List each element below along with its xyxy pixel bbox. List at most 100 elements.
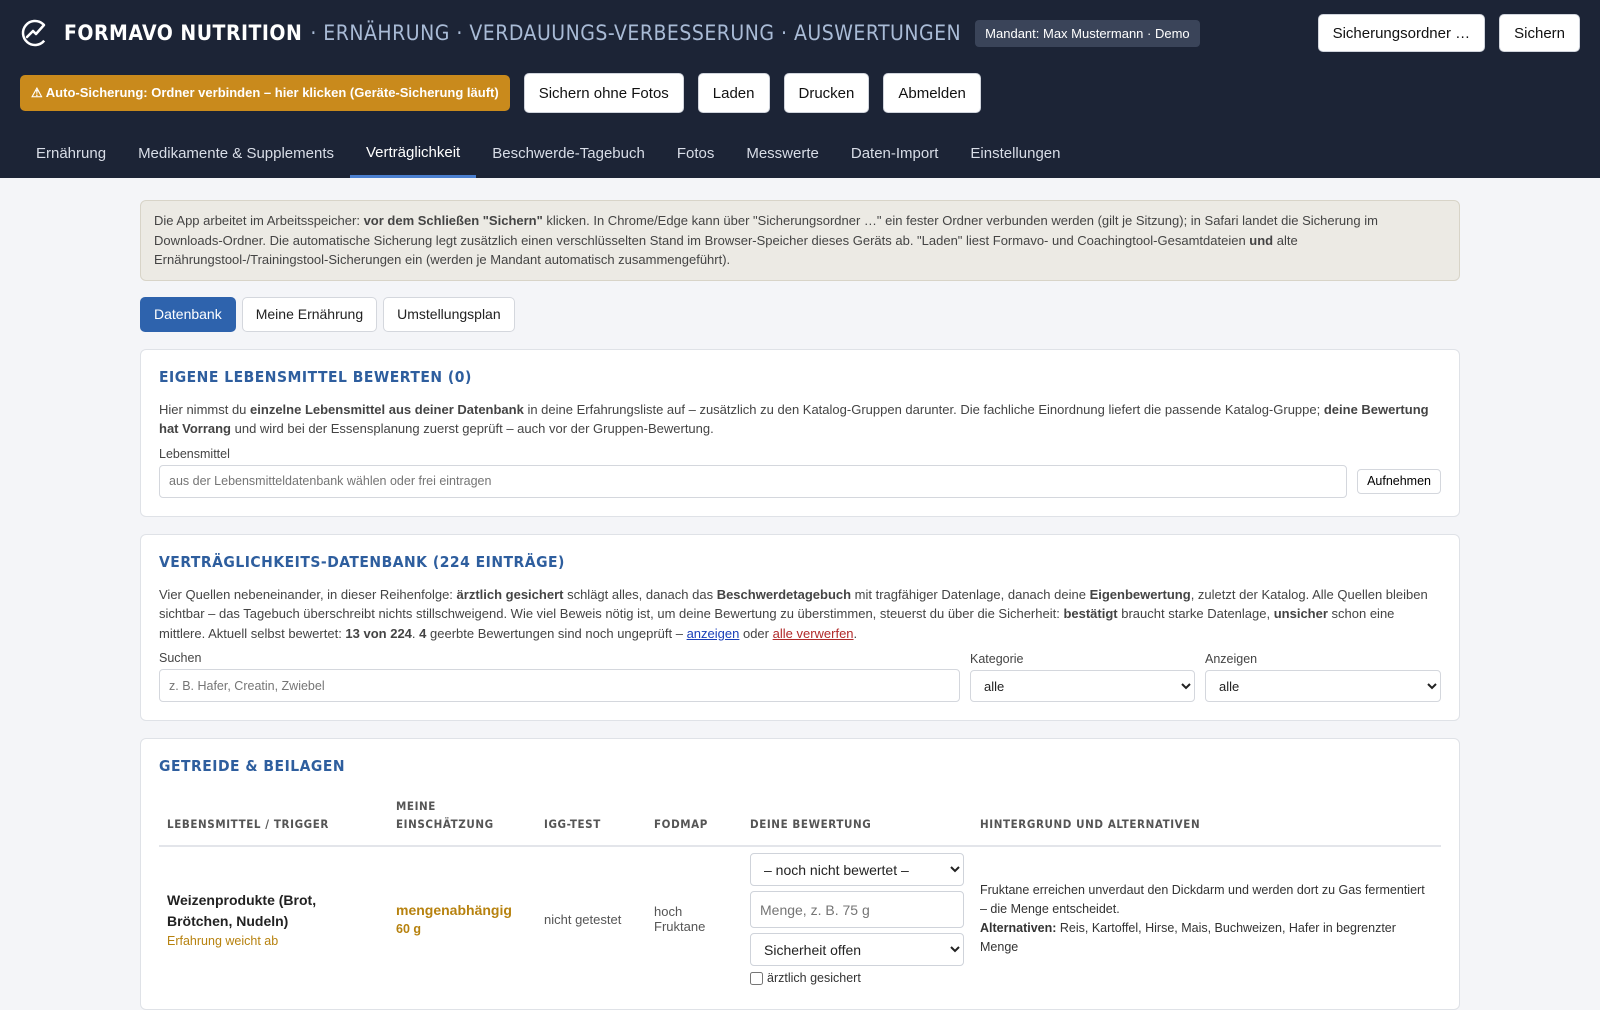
group-title: Getreide & Beilagen bbox=[159, 757, 346, 775]
alternatives-label: Alternativen: bbox=[980, 921, 1057, 935]
action-row: ⚠ Auto-Sicherung: Ordner verbinden – hie… bbox=[20, 73, 981, 113]
tolerance-table: Lebensmittel / Trigger Meine Einschätzun… bbox=[159, 797, 1441, 991]
col-fodmap: FODMAP bbox=[646, 797, 742, 847]
table-header-row: Lebensmittel / Trigger Meine Einschätzun… bbox=[159, 797, 1441, 847]
brand-name: FORMAVO NUTRITION bbox=[64, 21, 303, 45]
text: in deine Erfahrungsliste auf – zusätzlic… bbox=[523, 401, 1324, 417]
tab-einstellungen[interactable]: Einstellungen bbox=[954, 130, 1076, 178]
text: Vier Quellen nebeneinander, in dieser Re… bbox=[159, 586, 457, 602]
assessment-amount: 60 g bbox=[396, 922, 422, 936]
tab-ernaehrung[interactable]: Ernährung bbox=[20, 130, 122, 178]
subtab-umstellungsplan[interactable]: Umstellungsplan bbox=[383, 296, 515, 332]
food-note: Erfahrung weicht ab bbox=[167, 934, 279, 948]
tab-daten-import[interactable]: Daten-Import bbox=[835, 130, 955, 178]
col-food: Lebensmittel / Trigger bbox=[159, 797, 388, 847]
main-content: Die App arbeitet im Arbeitsspeicher: vor… bbox=[140, 200, 1460, 1010]
fodmap-level: hoch bbox=[654, 904, 683, 919]
brand-subtitle: · ERNÄHRUNG · VERDAUUNGS-VERBESSERUNG · … bbox=[310, 21, 962, 45]
bold-text: 13 von 224 bbox=[345, 625, 412, 641]
own-foods-title: Eigene Lebensmittel bewerten (0) bbox=[159, 367, 472, 386]
bold-text: unsicher bbox=[1273, 606, 1328, 621]
tab-medikamente[interactable]: Medikamente & Supplements bbox=[122, 130, 350, 178]
tab-beschwerde-tagebuch[interactable]: Beschwerde-Tagebuch bbox=[476, 130, 661, 178]
info-bold: vor dem Schließen "Sichern" bbox=[363, 213, 543, 228]
text: schlägt alles, danach das bbox=[563, 586, 717, 602]
save-button[interactable]: Sichern bbox=[1499, 14, 1580, 52]
cell-background: Fruktane erreichen unverdaut den Dickdar… bbox=[972, 846, 1441, 991]
load-button[interactable]: Laden bbox=[697, 73, 770, 113]
sub-tabs: Datenbank Meine Ernährung Umstellungspla… bbox=[140, 296, 1460, 332]
logout-button[interactable]: Abmelden bbox=[883, 73, 981, 113]
group-card-getreide: Getreide & Beilagen Lebensmittel / Trigg… bbox=[140, 738, 1460, 1010]
tolerance-db-title: Verträglichkeits-Datenbank (224 Einträge… bbox=[159, 552, 565, 571]
text: mit tragfähiger Datenlage, danach deine bbox=[851, 586, 1090, 602]
subtab-datenbank[interactable]: Datenbank bbox=[140, 296, 236, 332]
mandant-badge: Mandant: Max Mustermann · Demo bbox=[975, 19, 1200, 47]
checkbox-label: ärztlich gesichert bbox=[767, 971, 861, 985]
filter-row: Suchen Kategorie alle Anzeigen alle bbox=[159, 643, 1441, 702]
medical-confirmed-checkbox[interactable] bbox=[750, 971, 763, 985]
own-foods-card: Eigene Lebensmittel bewerten (0) Hier ni… bbox=[140, 348, 1460, 517]
search-input[interactable] bbox=[159, 669, 960, 702]
show-select[interactable]: alle bbox=[1205, 670, 1441, 702]
background-text: Fruktane erreichen unverdaut den Dickdar… bbox=[980, 883, 1425, 916]
amount-input[interactable] bbox=[750, 891, 964, 928]
text: oder bbox=[739, 625, 773, 641]
food-label: Lebensmittel bbox=[159, 446, 230, 461]
print-button[interactable]: Drucken bbox=[783, 73, 870, 113]
add-food-button[interactable]: Aufnehmen bbox=[1357, 468, 1441, 494]
subtab-meine-ernaehrung[interactable]: Meine Ernährung bbox=[241, 296, 378, 332]
tolerance-db-description: Vier Quellen nebeneinander, in dieser Re… bbox=[159, 585, 1441, 644]
medical-confirmed-label[interactable]: ärztlich gesichert bbox=[750, 971, 964, 985]
alternatives-text: Alternativen: Reis, Kartoffel, Hirse, Ma… bbox=[980, 919, 1433, 957]
text: . bbox=[853, 625, 858, 641]
save-without-photos-button[interactable]: Sichern ohne Fotos bbox=[523, 73, 684, 113]
text: und wird bei der Essensplanung zuerst ge… bbox=[231, 421, 714, 436]
top-right-actions: Sicherungsordner … Sichern bbox=[1317, 14, 1580, 52]
text: braucht starke Datenlage, bbox=[1117, 606, 1274, 621]
own-foods-description: Hier nimmst du einzelne Lebensmittel aus… bbox=[159, 400, 1441, 439]
text: Hier nimmst du bbox=[159, 401, 251, 417]
text: geerbte Bewertungen sind noch ungeprüft … bbox=[426, 625, 687, 641]
app-header: FORMAVO NUTRITION · ERNÄHRUNG · VERDAUUN… bbox=[0, 0, 1600, 178]
discard-all-link[interactable]: alle verwerfen bbox=[773, 626, 854, 641]
tab-vertraeglichkeit[interactable]: Verträglichkeit bbox=[350, 130, 477, 178]
auto-backup-warning-button[interactable]: ⚠ Auto-Sicherung: Ordner verbinden – hie… bbox=[20, 75, 510, 111]
logo-icon bbox=[21, 19, 49, 47]
cell-fodmap: hoch Fruktane bbox=[646, 846, 742, 991]
info-box: Die App arbeitet im Arbeitsspeicher: vor… bbox=[140, 200, 1460, 281]
category-group: Kategorie alle bbox=[970, 644, 1195, 702]
bold-text: Eigenbewertung bbox=[1089, 586, 1191, 602]
rating-select[interactable]: – noch nicht bewertet – bbox=[750, 853, 964, 886]
food-input-row: Aufnehmen bbox=[159, 464, 1441, 498]
tolerance-db-card: Verträglichkeits-Datenbank (224 Einträge… bbox=[140, 533, 1460, 721]
col-background: Hintergrund und Alternativen bbox=[972, 797, 1441, 847]
info-text: Die App arbeitet im Arbeitsspeicher: bbox=[154, 213, 364, 228]
fodmap-type: Fruktane bbox=[654, 919, 706, 934]
cell-rating: – noch nicht bewertet – Sicherheit offen… bbox=[742, 846, 972, 991]
bold-text: ärztlich gesichert bbox=[456, 586, 564, 602]
food-input[interactable] bbox=[159, 464, 1348, 498]
assessment-value: mengenabhängig bbox=[396, 902, 512, 918]
col-assessment: Meine Einschätzung bbox=[388, 797, 536, 847]
tab-fotos[interactable]: Fotos bbox=[661, 130, 731, 178]
bold-text: einzelne Lebensmittel aus deiner Datenba… bbox=[250, 401, 524, 417]
category-label: Kategorie bbox=[970, 652, 1024, 666]
category-select[interactable]: alle bbox=[970, 670, 1195, 702]
search-group: Suchen bbox=[159, 643, 960, 702]
info-bold: und bbox=[1249, 232, 1274, 248]
table-row: Weizenprodukte (Brot, Brötchen, Nudeln) … bbox=[159, 846, 1441, 991]
safety-select[interactable]: Sicherheit offen bbox=[750, 933, 964, 966]
cell-food: Weizenprodukte (Brot, Brötchen, Nudeln) … bbox=[159, 846, 388, 991]
bold-text: Beschwerdetagebuch bbox=[716, 586, 852, 602]
show-group: Anzeigen alle bbox=[1205, 644, 1441, 702]
tab-messwerte[interactable]: Messwerte bbox=[730, 130, 835, 178]
main-tabs: Ernährung Medikamente & Supplements Vert… bbox=[20, 130, 1076, 178]
title-row: FORMAVO NUTRITION · ERNÄHRUNG · VERDAUUN… bbox=[20, 14, 1200, 52]
show-unchecked-link[interactable]: anzeigen bbox=[687, 626, 740, 641]
show-label: Anzeigen bbox=[1205, 652, 1258, 666]
search-label: Suchen bbox=[159, 651, 202, 665]
food-name: Weizenprodukte (Brot, Brötchen, Nudeln) bbox=[167, 892, 317, 929]
col-rating: Deine Bewertung bbox=[742, 797, 972, 847]
backup-folder-button[interactable]: Sicherungsordner … bbox=[1317, 14, 1486, 52]
